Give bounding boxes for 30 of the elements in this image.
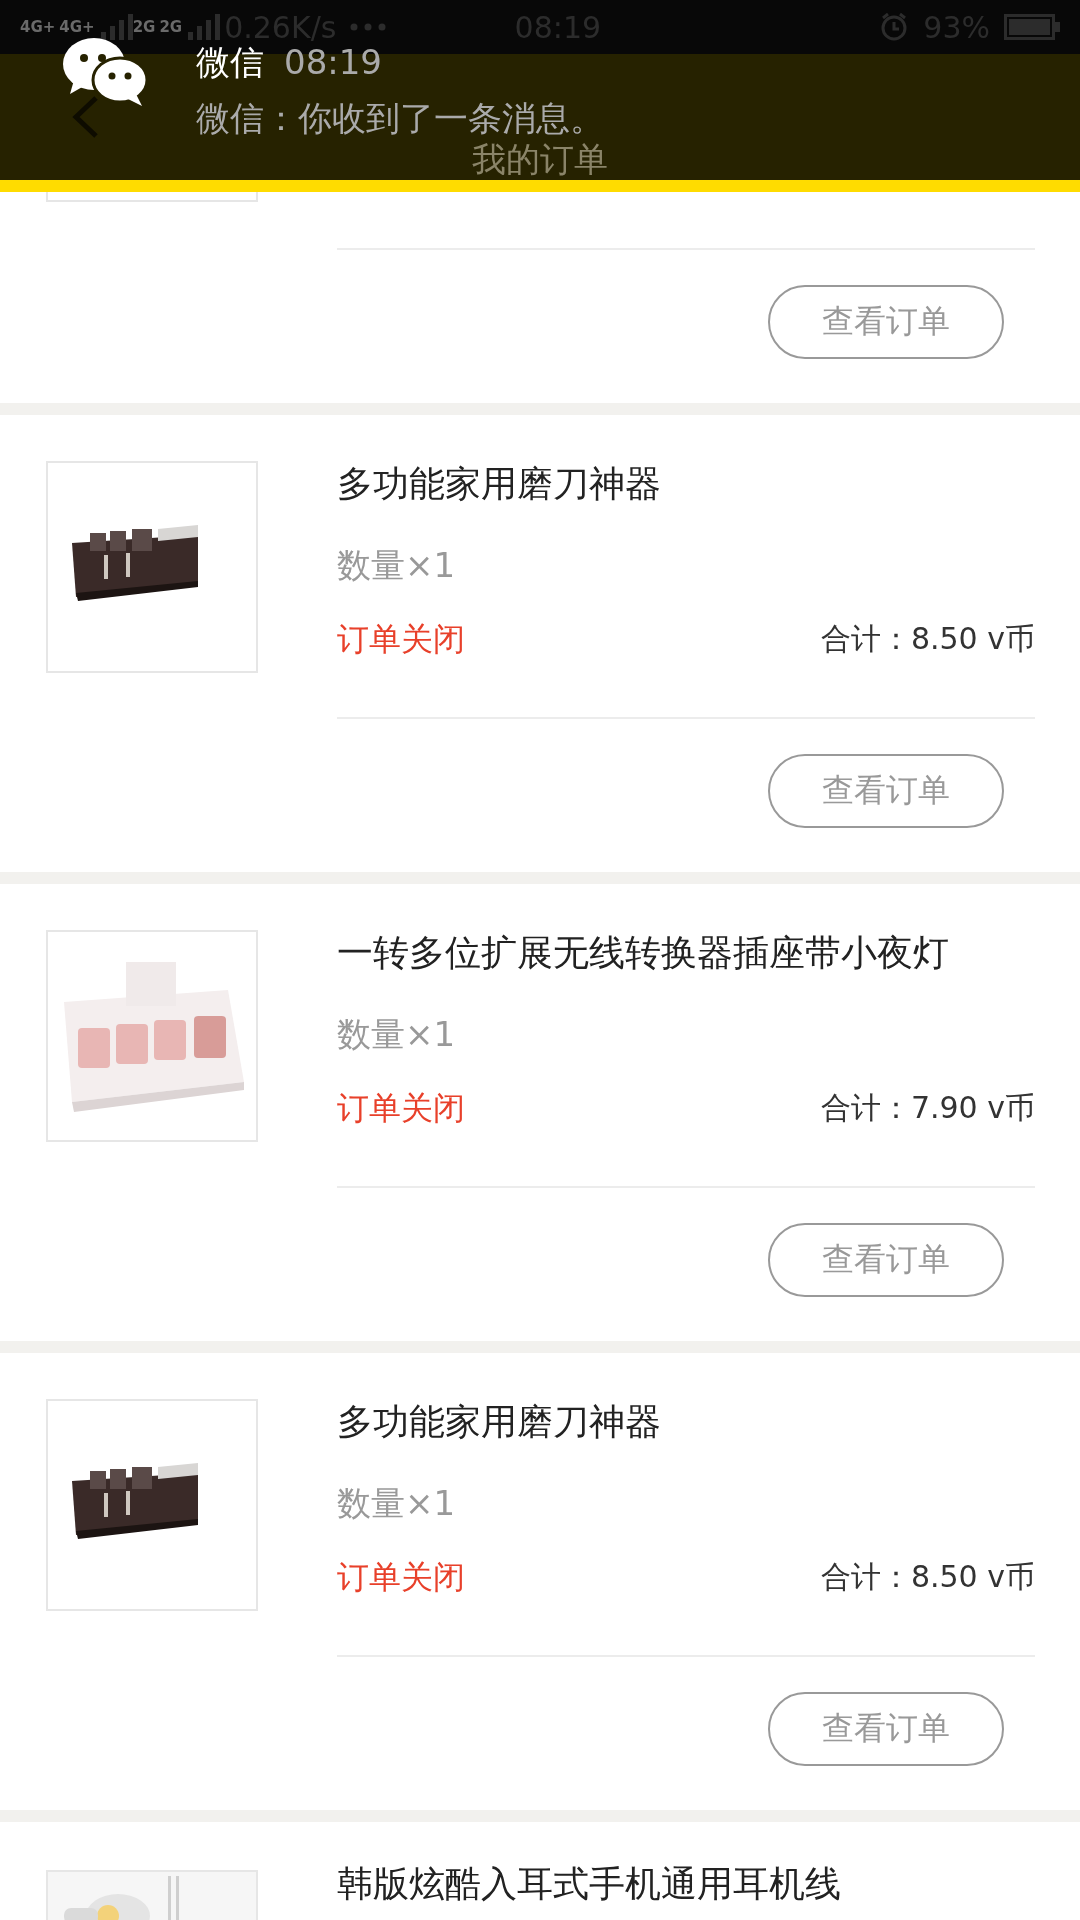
order-status: 订单关闭 (337, 619, 465, 660)
battery-icon (1004, 14, 1060, 40)
quantity-text: 数量×1 (337, 1013, 457, 1056)
view-order-button[interactable]: 查看订单 (768, 285, 1004, 359)
more-icon (350, 23, 387, 31)
network-label: 4G+ (20, 18, 56, 36)
notification-message: 微信：你收到了一条消息。 (196, 97, 604, 140)
order-total: 合计：8.50 v币 (820, 620, 1035, 658)
product-title: 多功能家用磨刀神器 (337, 1400, 662, 1444)
network-label: 4G+ (59, 18, 95, 36)
order-status: 订单关闭 (337, 1088, 465, 1129)
product-title: 多功能家用磨刀神器 (337, 462, 662, 506)
order-total: 合计：8.50 v币 (820, 1558, 1035, 1596)
back-icon[interactable] (70, 95, 100, 139)
view-order-button[interactable]: 查看订单 (768, 1692, 1004, 1766)
product-title: 一转多位扩展无线转换器插座带小夜灯 (337, 931, 950, 975)
order-status: 订单关闭 (337, 1557, 465, 1598)
network-label: 2G (132, 18, 156, 36)
network-label: 2G (159, 18, 183, 36)
product-title: 韩版炫酷入耳式手机通用耳机线 (337, 1862, 842, 1906)
signal-icon (98, 12, 133, 42)
notification-app: 微信 (196, 41, 264, 84)
view-order-button[interactable]: 查看订单 (768, 1223, 1004, 1297)
page-title: 我的订单 (471, 140, 609, 178)
signal-icon (186, 12, 221, 42)
view-order-button[interactable]: 查看订单 (768, 754, 1004, 828)
notification-time: 08:19 (284, 42, 382, 82)
quantity-text: 数量×1 (337, 1482, 457, 1525)
order-total: 合计：7.90 v币 (820, 1089, 1035, 1127)
quantity-text: 数量×1 (337, 544, 457, 587)
